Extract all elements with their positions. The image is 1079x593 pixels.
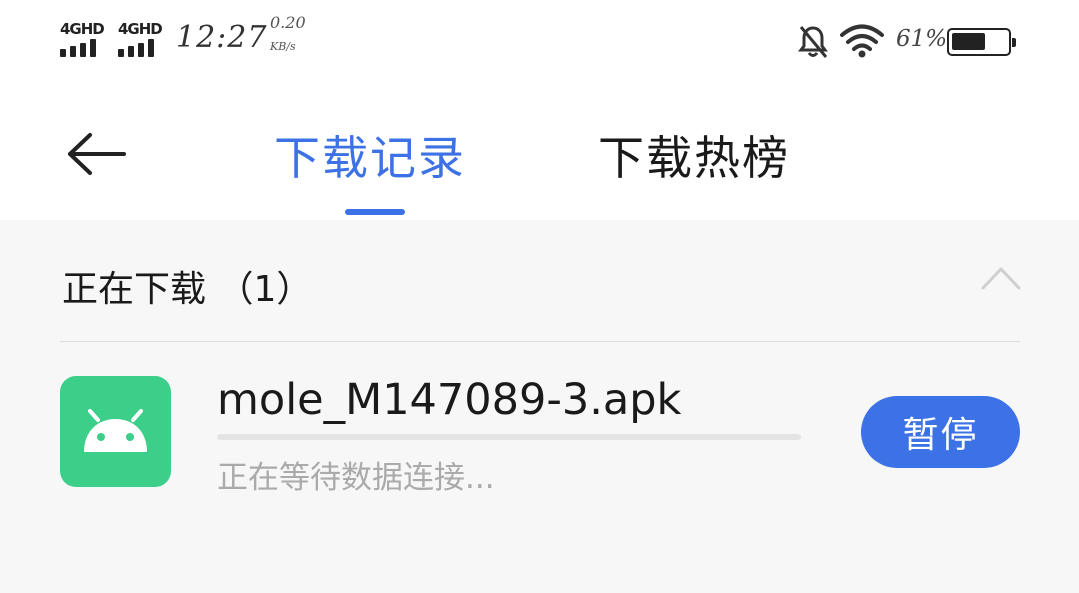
header: 下载记录 下载热榜 (0, 84, 1079, 220)
battery-icon (947, 28, 1016, 56)
active-tab-indicator (345, 209, 405, 215)
file-name: mole_M147089-3.apk (217, 375, 682, 425)
status-time: 12:27 (176, 20, 268, 55)
download-progress-bar (217, 434, 801, 440)
network-speed-value: 0.20 (270, 13, 306, 32)
sim2-network-type: 4GHD (118, 20, 163, 38)
sim1-network-type: 4GHD (60, 20, 105, 38)
section-title: 正在下载 （1） (62, 269, 313, 310)
divider (60, 341, 1020, 342)
signal-icon (118, 39, 164, 57)
wifi-icon (840, 24, 884, 58)
arrow-left-icon[interactable] (66, 132, 128, 176)
network-speed-unit: KB/s (270, 40, 296, 53)
status-bar: 4GHD 4GHD 12:27 0.20 KB/s 61% (0, 0, 1079, 84)
chevron-up-icon[interactable] (980, 264, 1022, 292)
android-icon (84, 409, 147, 452)
tab-download-hot-list[interactable]: 下载热榜 (598, 122, 790, 188)
signal-icon (60, 39, 106, 57)
download-status: 正在等待数据连接... (217, 460, 495, 496)
battery-percent: 61% (896, 26, 948, 52)
pause-button[interactable]: 暂停 (861, 396, 1020, 468)
app-icon (60, 376, 171, 487)
bell-off-icon (798, 26, 828, 58)
download-list: 正在下载 （1） mole_M147089-3.apk 正在等待数据连接... … (0, 220, 1079, 593)
tab-download-records[interactable]: 下载记录 (274, 122, 466, 188)
list-item[interactable]: mole_M147089-3.apk 正在等待数据连接... 暂停 (0, 370, 1079, 496)
